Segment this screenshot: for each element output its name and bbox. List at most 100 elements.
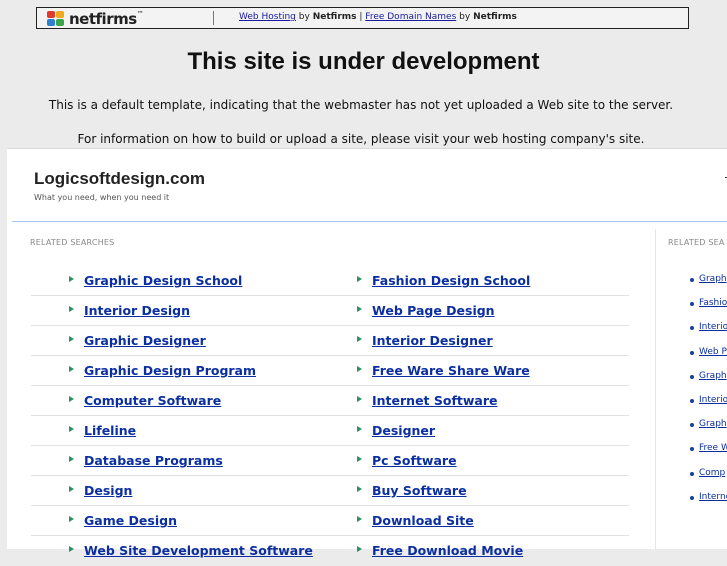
arrow-icon xyxy=(69,306,74,312)
list-item: Interior Design Web Page Design xyxy=(31,297,629,326)
banner-by-text: by xyxy=(298,12,310,22)
side-search-link[interactable]: Graph xyxy=(699,274,727,284)
side-list-item: Interio xyxy=(685,320,727,344)
banner-divider xyxy=(213,11,214,25)
search-link[interactable]: Graphic Designer xyxy=(84,333,206,348)
arrow-icon xyxy=(357,516,362,522)
list-item: Database Programs Pc Software xyxy=(31,447,629,476)
related-searches-label: RELATED SEARCHES xyxy=(30,238,115,247)
bullet-icon xyxy=(690,495,694,500)
side-list-item: Comp xyxy=(685,466,727,490)
arrow-icon xyxy=(69,516,74,522)
search-link[interactable]: Graphic Design Program xyxy=(84,363,256,378)
arrow-icon xyxy=(357,486,362,492)
side-search-link[interactable]: Web P xyxy=(699,347,727,357)
search-link[interactable]: Download Site xyxy=(372,513,474,528)
search-link[interactable]: Graphic Design School xyxy=(84,273,242,288)
side-list-item: Graph xyxy=(685,272,727,296)
side-list-item: Interio xyxy=(685,393,727,417)
arrow-icon xyxy=(357,546,362,552)
search-link[interactable]: Design xyxy=(84,483,132,498)
search-link[interactable]: Internet Software xyxy=(372,393,498,408)
search-link[interactable]: Interior Designer xyxy=(372,333,493,348)
list-item: Game Design Download Site xyxy=(31,507,629,536)
search-link[interactable]: Buy Software xyxy=(372,483,467,498)
column-divider xyxy=(655,229,656,549)
side-search-link[interactable]: Graph xyxy=(699,419,727,429)
arrow-icon xyxy=(69,396,74,402)
banner-links: Web Hosting by Netfirms | Free Domain Na… xyxy=(239,12,517,22)
arrow-icon xyxy=(357,396,362,402)
list-item: Lifeline Designer xyxy=(31,417,629,446)
arrow-icon xyxy=(357,456,362,462)
related-searches-list: Graphic Design School Fashion Design Sch… xyxy=(31,267,629,566)
arrow-icon xyxy=(69,336,74,342)
bullet-icon xyxy=(690,350,694,355)
banner-by-text: by xyxy=(459,12,471,22)
bullet-icon xyxy=(690,423,694,428)
bullet-icon xyxy=(690,278,694,282)
search-link[interactable]: Free Download Movie xyxy=(372,543,523,558)
arrow-icon xyxy=(69,456,74,462)
netfirms-logo[interactable]: netfirms™ xyxy=(47,10,144,28)
list-item: Graphic Designer Interior Designer xyxy=(31,327,629,356)
search-link[interactable]: Designer xyxy=(372,423,435,438)
search-link[interactable]: Pc Software xyxy=(372,453,457,468)
arrow-icon xyxy=(357,426,362,432)
bullet-icon xyxy=(690,326,694,331)
search-link[interactable]: Lifeline xyxy=(84,423,136,438)
netfirms-logo-icon xyxy=(47,11,67,27)
parked-domain-frame: Logicsoftdesign.com What you need, when … xyxy=(7,148,727,558)
arrow-icon xyxy=(357,366,362,372)
search-link[interactable]: Web Site Development Software xyxy=(84,543,313,558)
list-item: Graphic Design School Fashion Design Sch… xyxy=(31,267,629,296)
side-list-item: Graph xyxy=(685,369,727,393)
search-link[interactable]: Web Page Design xyxy=(372,303,495,318)
arrow-icon xyxy=(357,336,362,342)
search-link[interactable]: Interior Design xyxy=(84,303,190,318)
banner-brand-text: Netfirms xyxy=(473,12,517,22)
list-item: Design Buy Software xyxy=(31,477,629,506)
side-related-list: Graph Fashio Interio Web P Graph Interio… xyxy=(685,272,727,514)
side-search-link[interactable]: Graph xyxy=(699,371,727,381)
list-item: Graphic Design Program Free Ware Share W… xyxy=(31,357,629,386)
page-title: This site is under development xyxy=(187,48,540,75)
side-search-link[interactable]: Fashio xyxy=(699,298,727,308)
arrow-icon xyxy=(69,426,74,432)
side-list-item: Fashio xyxy=(685,296,727,320)
banner-brand-text: Netfirms xyxy=(312,12,357,22)
side-search-link[interactable]: Interne xyxy=(699,492,727,502)
site-title[interactable]: Logicsoftdesign.com xyxy=(34,169,205,189)
web-hosting-link[interactable]: Web Hosting xyxy=(239,12,296,22)
side-search-link[interactable]: Interio xyxy=(699,395,727,405)
side-list-item: Interne xyxy=(685,490,727,514)
arrow-icon xyxy=(357,306,362,312)
arrow-icon xyxy=(69,546,74,552)
list-item: Computer Software Internet Software xyxy=(31,387,629,416)
search-link[interactable]: Game Design xyxy=(84,513,177,528)
bullet-icon xyxy=(690,398,694,403)
info-text-default-template: This is a default template, indicating t… xyxy=(48,98,674,112)
bullet-icon xyxy=(690,374,694,379)
side-list-item: Graph xyxy=(685,417,727,441)
netfirms-banner: netfirms™ Web Hosting by Netfirms | Free… xyxy=(36,7,689,29)
search-link[interactable]: Fashion Design School xyxy=(372,273,530,288)
side-search-link[interactable]: Comp xyxy=(699,468,725,478)
netfirms-logo-text: netfirms™ xyxy=(69,10,144,28)
info-text-hosting: For information on how to build or uploa… xyxy=(77,132,645,146)
side-search-link[interactable]: Free W xyxy=(699,443,727,453)
header-divider xyxy=(12,221,727,222)
site-tagline: What you need, when you need it xyxy=(34,193,170,202)
arrow-icon xyxy=(69,486,74,492)
related-searches-label-side: RELATED SEA xyxy=(668,238,725,247)
arrow-icon xyxy=(357,276,362,282)
side-list-item: Free W xyxy=(685,441,727,465)
search-link[interactable]: Free Ware Share Ware xyxy=(372,363,530,378)
side-search-link[interactable]: Interio xyxy=(699,322,727,332)
bullet-icon xyxy=(690,302,694,307)
search-link[interactable]: Computer Software xyxy=(84,393,221,408)
bullet-icon xyxy=(690,471,694,476)
arrow-icon xyxy=(69,276,74,282)
search-link[interactable]: Database Programs xyxy=(84,453,223,468)
free-domain-names-link[interactable]: Free Domain Names xyxy=(365,12,456,22)
